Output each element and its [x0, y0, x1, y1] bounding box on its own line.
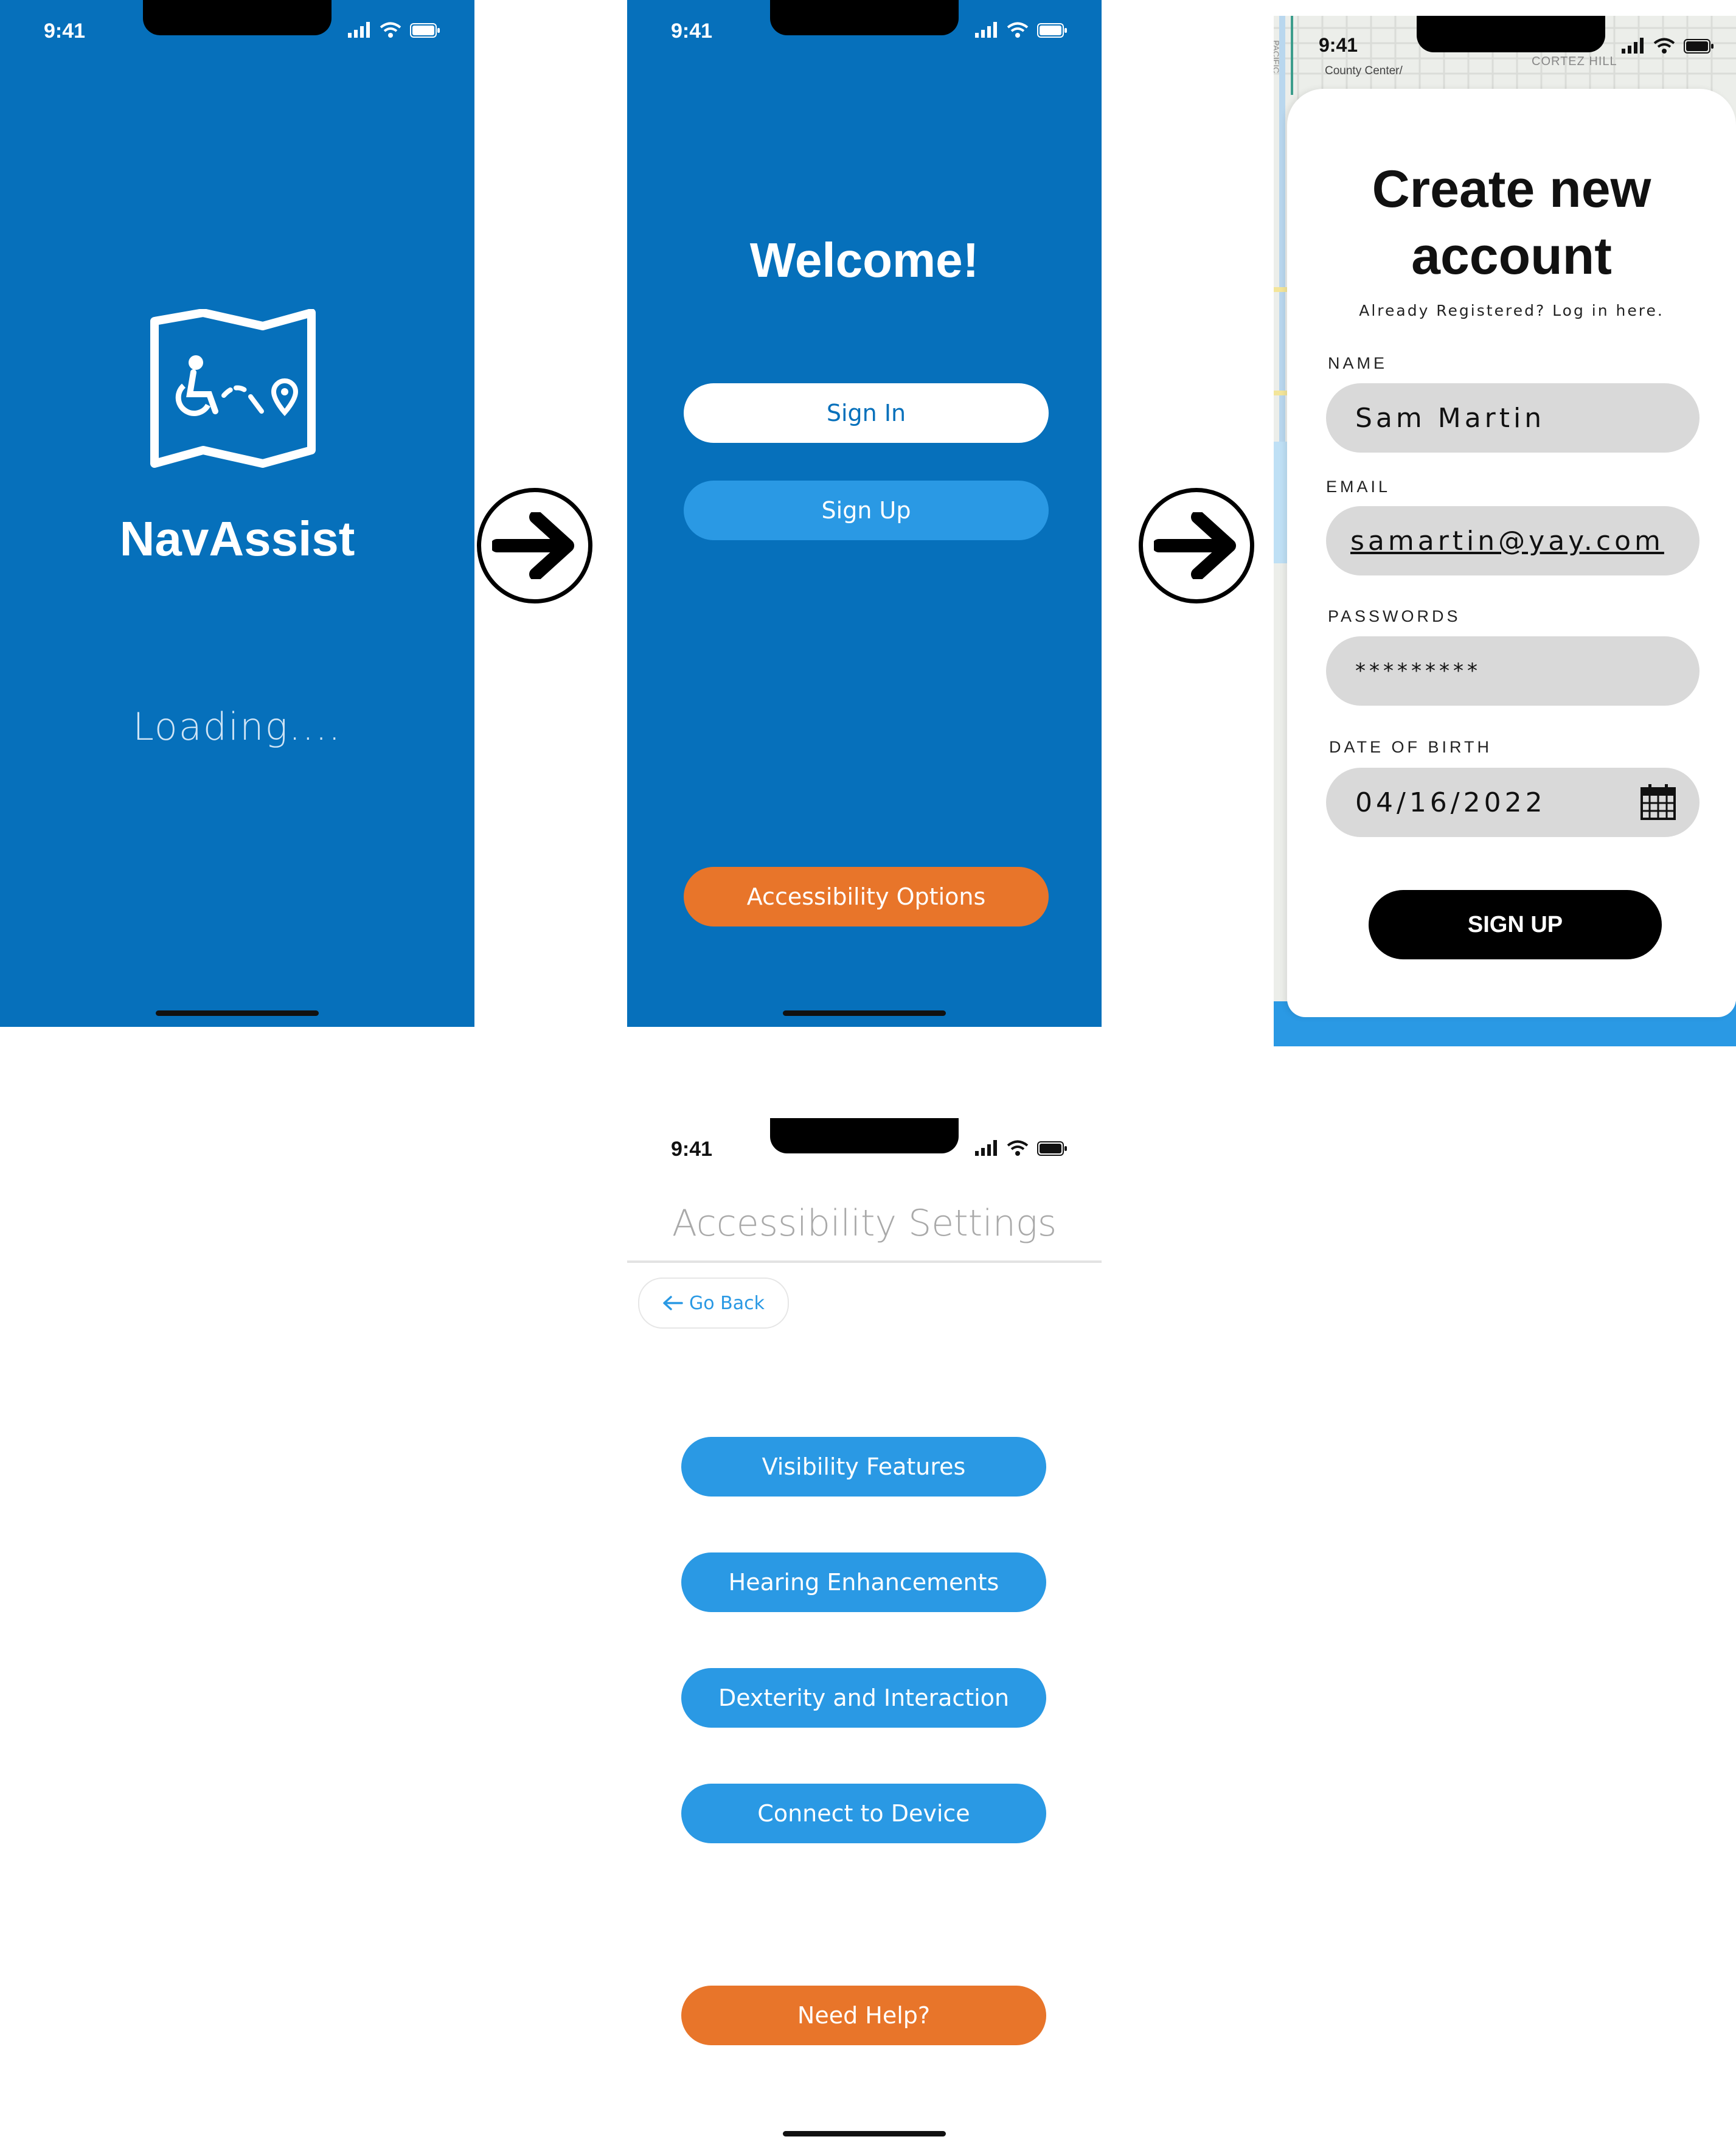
flow-arrow-2: [1139, 488, 1254, 603]
dexterity-interaction-button[interactable]: Dexterity and Interaction: [681, 1668, 1046, 1728]
name-label: NAME: [1328, 354, 1388, 372]
login-link[interactable]: Already Registered? Log in here.: [1287, 302, 1736, 319]
create-account-title-line2: account: [1411, 227, 1612, 285]
battery-icon: [1037, 1141, 1067, 1156]
accessibility-settings-screen: 9:41 Accessibility Settings Go Back Visi…: [627, 1118, 1102, 2145]
title-divider: [627, 1260, 1102, 1263]
status-time: 9:41: [1319, 34, 1358, 56]
signal-icon: [975, 1140, 997, 1156]
notch: [770, 0, 959, 35]
flow-arrow-1: [477, 488, 592, 603]
arrow-right-icon: [1154, 512, 1236, 579]
page-title: Accessibility Settings: [672, 1202, 1057, 1245]
email-field[interactable]: samartin@yay.com: [1326, 506, 1700, 575]
accessibility-options-button[interactable]: Accessibility Options: [684, 867, 1049, 926]
calendar-icon[interactable]: [1640, 784, 1676, 821]
signup-submit-button[interactable]: SIGN UP: [1369, 890, 1662, 959]
loading-text: Loading....: [133, 704, 342, 749]
go-back-button[interactable]: Go Back: [638, 1278, 789, 1329]
connect-device-button[interactable]: Connect to Device: [681, 1784, 1046, 1843]
home-indicator: [156, 1010, 319, 1016]
map-label-pacific: PACIFIC: [1274, 40, 1281, 74]
go-back-label: Go Back: [689, 1292, 765, 1314]
visibility-features-button[interactable]: Visibility Features: [681, 1437, 1046, 1497]
map-label-cortez: CORTEZ HILL: [1532, 55, 1617, 68]
battery-icon: [1037, 23, 1067, 38]
email-value: samartin@yay.com: [1350, 525, 1664, 557]
status-icons: [1622, 38, 1714, 54]
name-field[interactable]: Sam Martin: [1326, 383, 1700, 453]
status-icons: [348, 22, 440, 38]
app-name: NavAssist: [119, 512, 355, 566]
hearing-enhancements-button[interactable]: Hearing Enhancements: [681, 1552, 1046, 1612]
battery-icon: [1684, 39, 1713, 54]
arrow-left-icon: [663, 1296, 683, 1310]
wifi-icon: [1007, 22, 1029, 38]
email-label: EMAIL: [1326, 478, 1391, 496]
wifi-icon: [1007, 1140, 1029, 1156]
wifi-icon: [380, 22, 401, 38]
signal-icon: [1622, 38, 1644, 54]
notch: [143, 0, 332, 35]
status-icons: [975, 22, 1068, 38]
home-indicator: [783, 2131, 946, 2136]
accessible-map-icon: [150, 309, 316, 468]
status-icons: [975, 1140, 1068, 1156]
map-label-county: County Center/: [1325, 64, 1403, 77]
password-label: PASSWORDS: [1328, 607, 1461, 625]
wifi-icon: [1653, 38, 1675, 54]
need-help-button[interactable]: Need Help?: [681, 1986, 1046, 2045]
battery-icon: [410, 23, 440, 38]
notch: [1417, 16, 1605, 52]
sign-up-button[interactable]: Sign Up: [684, 481, 1049, 540]
home-indicator: [783, 1010, 946, 1016]
password-field[interactable]: *********: [1326, 636, 1700, 706]
signal-icon: [348, 22, 370, 38]
dob-label: DATE OF BIRTH: [1329, 738, 1493, 756]
status-time: 9:41: [671, 1138, 713, 1161]
dob-field[interactable]: 04/16/2022: [1326, 768, 1700, 837]
notch: [770, 1118, 959, 1153]
sign-in-button[interactable]: Sign In: [684, 383, 1049, 443]
arrow-right-icon: [492, 512, 574, 579]
status-time: 9:41: [671, 19, 713, 43]
signal-icon: [975, 22, 997, 38]
splash-screen: 9:41 NavAssist Loading....: [0, 0, 474, 1027]
status-time: 9:41: [44, 19, 86, 43]
dob-value: 04/16/2022: [1355, 787, 1546, 818]
welcome-title: Welcome!: [749, 233, 979, 287]
create-account-title-line1: Create new: [1372, 160, 1651, 218]
welcome-screen: 9:41 Welcome! Sign In Sign Up Accessibil…: [627, 0, 1102, 1027]
